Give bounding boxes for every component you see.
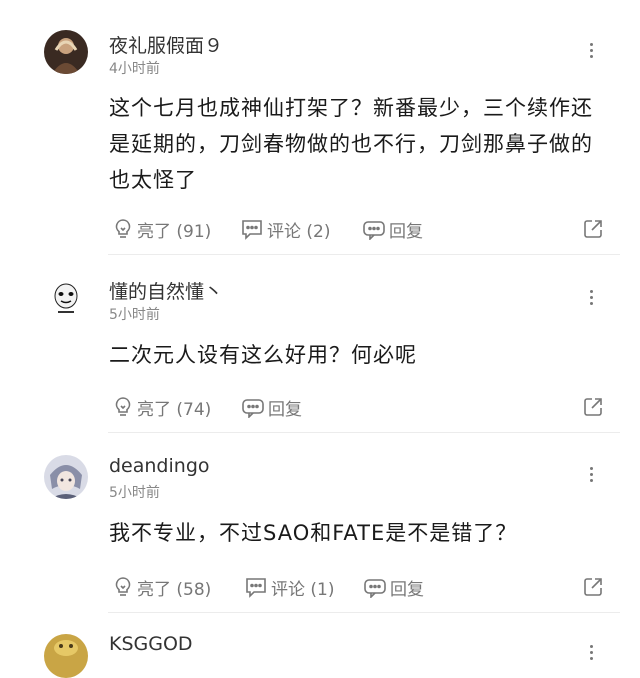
reply-button[interactable]: 回复 <box>362 217 423 242</box>
timestamp: 4小时前 <box>109 61 160 77</box>
reply-bubble-icon <box>364 579 386 598</box>
like-button[interactable]: 亮了 (74) <box>112 395 212 420</box>
username[interactable]: deandingo <box>109 455 210 477</box>
more-vertical-icon[interactable] <box>584 288 600 308</box>
like-button[interactable]: 亮了 (91) <box>112 217 212 242</box>
lightbulb-icon <box>115 397 131 416</box>
comment-button[interactable]: 评论 (1) <box>244 575 335 600</box>
share-icon[interactable] <box>582 576 604 598</box>
comment-text: 我不专业，不过SAO和FATE是不是错了？ <box>109 521 518 545</box>
more-vertical-icon[interactable] <box>584 41 600 61</box>
more-vertical-icon[interactable] <box>584 465 600 485</box>
reply-button[interactable]: 回复 <box>241 395 302 420</box>
like-label: 亮了 (91) <box>137 221 212 242</box>
comment-button[interactable]: 评论 (2) <box>240 217 331 242</box>
comment-label: 评论 (2) <box>267 221 331 242</box>
share-icon[interactable] <box>582 396 604 418</box>
reply-button[interactable]: 回复 <box>363 575 424 600</box>
avatar[interactable] <box>44 634 88 678</box>
more-vertical-icon[interactable] <box>584 643 600 663</box>
username[interactable]: 夜礼服假面９ <box>109 31 223 58</box>
speech-bubble-icon <box>246 578 266 598</box>
divider <box>108 432 620 433</box>
divider <box>108 254 620 255</box>
reply-bubble-icon <box>242 399 264 418</box>
reply-label: 回复 <box>390 579 424 600</box>
avatar[interactable] <box>44 455 88 499</box>
reply-bubble-icon <box>363 221 385 240</box>
comment-text: 二次元人设有这么好用？何必呢 <box>109 343 417 367</box>
avatar[interactable] <box>44 30 88 74</box>
timestamp: 5小时前 <box>109 307 160 323</box>
divider <box>108 612 620 613</box>
username[interactable]: KSGGOD <box>109 633 193 655</box>
avatar[interactable] <box>44 277 88 321</box>
lightbulb-icon <box>115 577 131 596</box>
comment-label: 评论 (1) <box>271 579 335 600</box>
lightbulb-icon <box>115 219 131 238</box>
timestamp: 5小时前 <box>109 485 160 501</box>
like-label: 亮了 (74) <box>137 399 212 420</box>
username[interactable]: 懂的自然懂丶 <box>109 277 223 304</box>
reply-label: 回复 <box>389 221 423 242</box>
reply-label: 回复 <box>268 399 302 420</box>
comment-text: 这个七月也成神仙打架了？新番最少，三个续作还是延期的，刀剑春物做的也不行，刀剑那… <box>109 96 593 192</box>
speech-bubble-icon <box>242 220 262 240</box>
like-button[interactable]: 亮了 (58) <box>112 575 212 600</box>
like-label: 亮了 (58) <box>137 579 212 600</box>
share-icon[interactable] <box>582 218 604 240</box>
